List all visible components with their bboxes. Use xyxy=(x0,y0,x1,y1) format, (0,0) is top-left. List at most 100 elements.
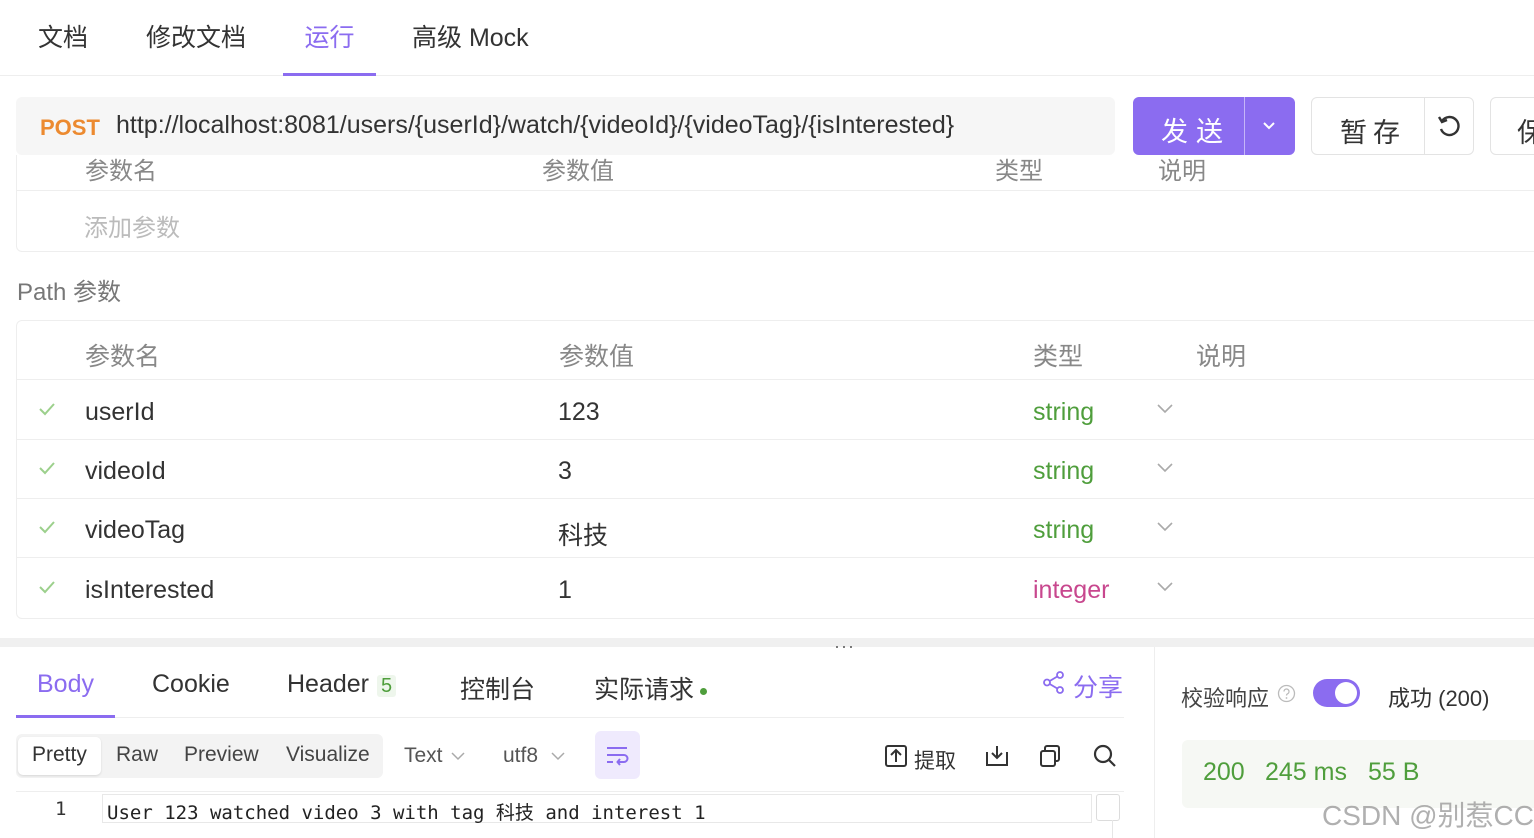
query-header-value: 参数值 xyxy=(542,158,614,185)
share-icon[interactable] xyxy=(1042,671,1065,694)
response-body-editor[interactable]: 1 User 123 watched video 3 with tag 科技 a… xyxy=(16,791,1124,838)
param-type-select[interactable]: string xyxy=(1033,516,1094,545)
check-icon[interactable] xyxy=(36,516,58,538)
table-row: isInterested 1 integer xyxy=(17,559,1534,618)
table-row: userId 123 string xyxy=(17,381,1534,440)
chevron-down-icon[interactable] xyxy=(1156,581,1174,593)
chevron-down-icon[interactable] xyxy=(551,751,565,761)
extract-icon[interactable] xyxy=(883,743,909,769)
wrap-lines-icon xyxy=(607,747,629,766)
validate-toggle[interactable] xyxy=(1313,679,1360,707)
share-button[interactable]: 分享 xyxy=(1073,668,1123,704)
param-name: videoId xyxy=(85,457,166,485)
view-visualize[interactable]: Visualize xyxy=(286,743,370,767)
header-count-badge: 5 xyxy=(377,675,397,697)
send-button[interactable]: 发送 xyxy=(1133,97,1295,155)
response-tab-bar: Body Cookie Header 5 控制台 实际请求 xyxy=(16,652,1124,718)
validation-result[interactable]: 成功 (200) xyxy=(1388,681,1489,713)
panel-splitter[interactable] xyxy=(0,638,1534,647)
tab-console[interactable]: 控制台 xyxy=(460,670,535,718)
header-param-value: 参数值 xyxy=(559,343,635,371)
word-wrap-button[interactable] xyxy=(595,731,640,779)
param-value-input[interactable]: 1 xyxy=(558,576,572,605)
chevron-down-icon[interactable] xyxy=(1260,119,1278,133)
table-header-row: 参数名 参数值 类型 说明 xyxy=(17,321,1534,380)
view-mode-segmented: Pretty Raw Preview Visualize xyxy=(16,734,383,778)
top-tab-bar: 文档 修改文档 运行 高级 Mock xyxy=(0,0,1534,76)
chevron-down-icon[interactable] xyxy=(1156,403,1174,415)
tab-header[interactable]: Header 5 xyxy=(287,670,397,718)
query-params-header: 参数名 参数值 类型 说明 xyxy=(17,155,1534,191)
param-value-input[interactable]: 123 xyxy=(558,398,600,427)
send-button-label: 发送 xyxy=(1161,117,1231,147)
query-params-table: 参数名 参数值 类型 说明 添加参数 xyxy=(16,155,1534,252)
param-type-select[interactable]: string xyxy=(1033,398,1094,427)
table-row: videoId 3 string xyxy=(17,440,1534,499)
query-header-name: 参数名 xyxy=(85,158,157,185)
tab-header-label: Header xyxy=(287,670,369,698)
tab-docs[interactable]: 文档 xyxy=(38,18,88,76)
chevron-down-icon[interactable] xyxy=(451,751,465,761)
view-pretty[interactable]: Pretty xyxy=(18,737,101,775)
tab-cookie[interactable]: Cookie xyxy=(152,670,230,718)
view-raw[interactable]: Raw xyxy=(116,743,158,767)
validate-response-label: 校验响应 xyxy=(1181,686,1270,711)
url-input[interactable]: http://localhost:8081/users/{userId}/wat… xyxy=(116,111,954,140)
add-param-input[interactable]: 添加参数 xyxy=(84,208,180,243)
check-icon[interactable] xyxy=(36,576,58,598)
status-dot-icon xyxy=(700,687,708,695)
save-button-partial[interactable]: 保 xyxy=(1490,97,1534,155)
query-header-type: 类型 xyxy=(995,158,1043,185)
view-preview[interactable]: Preview xyxy=(184,743,259,767)
tab-advanced-mock[interactable]: 高级 Mock xyxy=(412,18,529,76)
encoding-select[interactable]: utf8 xyxy=(503,744,538,768)
extract-button[interactable]: 提取 xyxy=(914,745,956,775)
tab-edit-docs[interactable]: 修改文档 xyxy=(146,18,246,76)
chevron-down-icon[interactable] xyxy=(1156,521,1174,533)
tab-actual-request-label: 实际请求 xyxy=(594,676,695,704)
format-select[interactable]: Text xyxy=(404,744,443,768)
table-row: videoTag 科技 string xyxy=(17,499,1534,558)
status-code: 200 xyxy=(1203,758,1245,786)
param-name: isInterested xyxy=(85,576,215,604)
reset-icon[interactable] xyxy=(1435,112,1463,140)
tab-run[interactable]: 运行 xyxy=(283,18,376,76)
watermark: CSDN @别惹CC xyxy=(1322,800,1534,831)
save-draft-button[interactable]: 暂存 xyxy=(1311,97,1474,155)
param-name: videoTag xyxy=(85,516,186,544)
chevron-down-icon[interactable] xyxy=(1156,462,1174,474)
response-size: 55 B xyxy=(1368,758,1420,786)
help-icon[interactable] xyxy=(1277,684,1296,703)
editor-scrollbar[interactable] xyxy=(1096,794,1120,821)
check-icon[interactable] xyxy=(36,457,58,479)
copy-icon[interactable] xyxy=(1037,743,1063,769)
download-icon[interactable] xyxy=(984,743,1010,769)
path-params-table: 参数名 参数值 类型 说明 userId 123 string videoId … xyxy=(16,320,1534,619)
editor-divider xyxy=(1112,820,1113,838)
save-draft-label: 暂存 xyxy=(1340,118,1406,148)
line-number: 1 xyxy=(55,798,67,820)
response-time: 245 ms xyxy=(1265,758,1347,786)
method-selector[interactable]: POST xyxy=(40,115,100,141)
header-param-name: 参数名 xyxy=(85,343,161,371)
param-value-input[interactable]: 科技 xyxy=(558,516,608,552)
save-divider xyxy=(1424,98,1425,154)
param-type-select[interactable]: string xyxy=(1033,457,1094,486)
tab-body[interactable]: Body xyxy=(16,670,115,718)
send-divider xyxy=(1244,97,1245,155)
param-value-input[interactable]: 3 xyxy=(558,457,572,486)
path-params-title: Path 参数 xyxy=(17,279,122,306)
param-name: userId xyxy=(85,398,155,426)
code-line: User 123 watched video 3 with tag 科技 and… xyxy=(102,794,1092,824)
toggle-knob xyxy=(1335,682,1357,704)
header-param-desc: 说明 xyxy=(1196,343,1247,371)
header-param-type: 类型 xyxy=(1033,343,1084,371)
request-url-bar[interactable]: POST http://localhost:8081/users/{userId… xyxy=(16,97,1115,155)
param-type-select[interactable]: integer xyxy=(1033,576,1109,605)
search-icon[interactable] xyxy=(1092,743,1118,769)
check-icon[interactable] xyxy=(36,398,58,420)
tab-actual-request[interactable]: 实际请求 xyxy=(594,670,708,718)
query-header-desc: 说明 xyxy=(1158,158,1206,185)
save-button-label: 保 xyxy=(1517,111,1534,150)
code-line-text: User 123 watched video 3 with tag 科技 and… xyxy=(107,802,706,824)
